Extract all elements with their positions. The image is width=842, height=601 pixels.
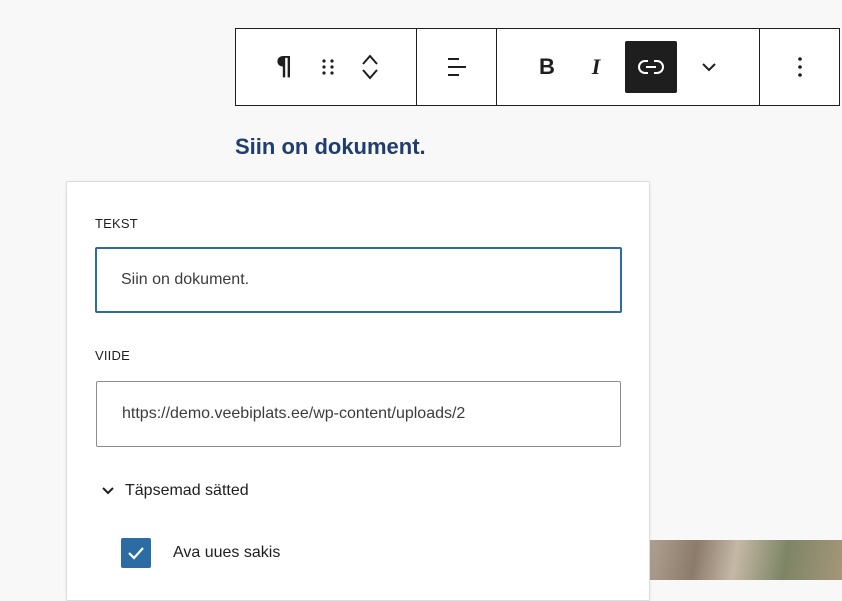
open-in-new-tab-option[interactable]: Ava uues sakis <box>121 538 280 568</box>
open-in-new-tab-checkbox[interactable] <box>121 538 151 568</box>
block-controls-group: ¶ <box>236 29 417 105</box>
block-toolbar: ¶ B I <box>235 28 840 106</box>
link-url-input[interactable] <box>96 381 621 447</box>
background-image <box>648 540 842 580</box>
open-in-new-tab-label: Ava uues sakis <box>173 544 281 561</box>
more-vertical-icon <box>797 57 802 77</box>
paragraph-link-text[interactable]: Siin on dokument. <box>235 134 426 160</box>
checkmark-icon <box>128 547 144 560</box>
options-group <box>760 29 839 105</box>
alignment-group <box>417 29 497 105</box>
advanced-settings-label: Täpsemad sätted <box>125 482 249 499</box>
italic-button[interactable]: I <box>573 43 619 91</box>
drag-handle-icon <box>322 59 334 75</box>
url-field-label: VIIDE <box>95 348 130 363</box>
link-icon <box>638 60 664 74</box>
move-up-icon[interactable] <box>360 51 380 67</box>
advanced-settings-toggle[interactable]: Täpsemad sätted <box>101 482 249 500</box>
chevron-down-icon <box>702 63 716 72</box>
link-text-input[interactable] <box>95 247 622 313</box>
drag-handle-button[interactable] <box>307 43 349 91</box>
paragraph-icon: ¶ <box>275 52 293 82</box>
text-field-label: TEKST <box>95 216 138 231</box>
block-mover <box>349 43 391 91</box>
align-icon <box>447 58 466 76</box>
link-settings-popover: TEKST VIIDE Täpsemad sätted Ava uues sak… <box>66 181 650 601</box>
paragraph-block-button[interactable]: ¶ <box>261 43 307 91</box>
align-button[interactable] <box>433 43 481 91</box>
move-down-icon[interactable] <box>360 67 380 83</box>
link-button[interactable] <box>625 41 677 93</box>
bold-button[interactable]: B <box>521 43 573 91</box>
more-rich-text-button[interactable] <box>683 43 735 91</box>
format-group: B I <box>497 29 760 105</box>
block-options-button[interactable] <box>780 43 820 91</box>
chevron-down-icon <box>101 486 115 496</box>
